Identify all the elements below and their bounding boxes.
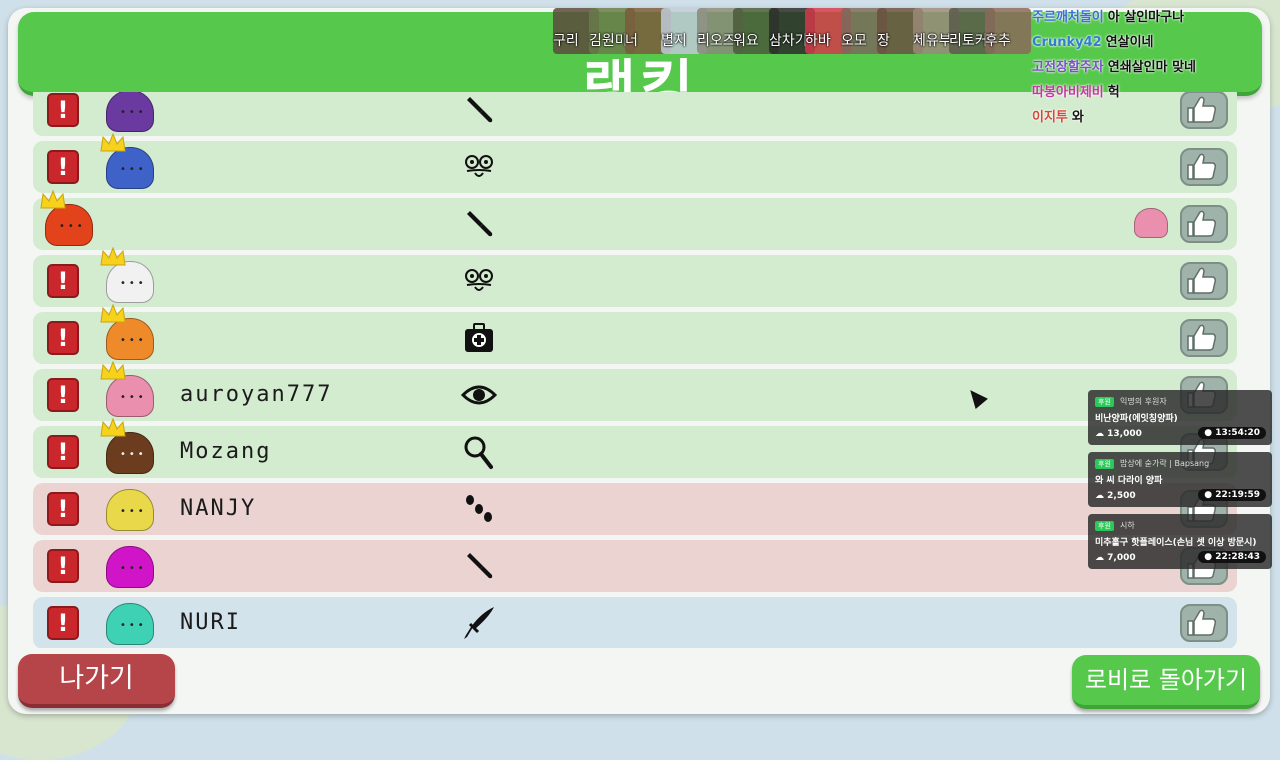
player-row: ! ••• NANJY [33,483,1237,535]
player-name: Mozang [180,439,272,464]
footprints-icon [461,491,497,527]
report-button[interactable]: ! [47,606,79,640]
viewer-avatar: 후추 [985,8,1031,54]
eye-icon [460,377,498,413]
player-row: !••• [33,189,1237,250]
return-to-lobby-button[interactable]: 로비로 돌아가기 [1072,655,1260,709]
report-button[interactable]: ! [47,492,79,526]
player-row: ! ••• NURI [33,597,1237,648]
report-button[interactable]: ! [47,435,79,469]
player-avatar: ••• [106,601,154,645]
player-row: !••• [33,132,1237,193]
player-name: auroyan777 [180,382,333,407]
player-avatar: ••• [106,544,154,588]
crown-icon [100,417,126,438]
chat-message: 아 살인마구나 [1107,10,1185,25]
voted-player-avatar [1134,208,1168,238]
like-button[interactable] [1180,148,1228,186]
knife-icon [461,92,497,128]
chat-message: 연살이네 [1105,35,1154,50]
donation-tag: 후원 [1095,459,1114,469]
player-avatar: ••• [106,92,154,132]
donation-sender: 익명의 후원자 [1120,397,1167,406]
crown-icon [40,189,66,210]
chat-user: 따봉아비제비 [1032,85,1104,100]
chat-line: 따봉아비제비 헉 [1032,81,1272,106]
donation-sender: 밥상에 숟가락 | Bapsang [1120,459,1210,468]
donation-card: 후원 밥상에 숟가락 | Bapsang 와 씨 다라이 양파 ☁ 2,500 … [1088,452,1272,507]
player-row: ! ••• Mozang [33,417,1237,478]
crown-icon [100,132,126,153]
donation-card: 후원 익명의 후원자 비난양파(에잇칭양파) ☁ 13,000 ● 13:54:… [1088,390,1272,445]
donation-time-value: 22:28:43 [1215,552,1260,562]
donation-card: 후원 시하 미추홀구 핫플레이스(손님 셋 이상 방문시) ☁ 7,000 ● … [1088,514,1272,569]
medkit-icon [461,320,497,356]
donation-tag: 후원 [1095,397,1114,407]
donation-amount: ☁ 2,500 [1095,491,1136,501]
thumbs-up-icon [1187,324,1216,351]
chat-user: 이지투 [1032,110,1068,125]
like-button[interactable] [1180,205,1228,243]
chat-user: 고전장할주자 [1032,60,1104,75]
donation-time-value: 13:54:20 [1215,428,1260,438]
donation-time-value: 22:19:59 [1215,490,1260,500]
donation-message: 미추홀구 핫플레이스(손님 셋 이상 방문시) [1095,538,1257,548]
exit-button[interactable]: 나가기 [18,654,175,708]
donation-time: ● 13:54:20 [1198,427,1266,439]
player-avatar: ••• [106,487,154,531]
like-button[interactable] [1180,604,1228,642]
report-button[interactable]: ! [47,321,79,355]
donation-amount-value: 7,000 [1107,553,1136,563]
report-button[interactable]: ! [47,378,79,412]
chat-message: 와 [1071,110,1084,125]
stream-viewer-strip: 구리 김원미 너 별지 리오즈 워요 삼차기 하바 오모 장 체유부 리토커 후추 [553,8,1031,58]
thumbs-up-icon [1187,267,1216,294]
report-button[interactable]: ! [47,264,79,298]
player-row: ! ••• [33,540,1237,592]
dagger-icon [461,605,497,641]
like-button[interactable] [1180,262,1228,300]
crown-icon [100,360,126,381]
magnifier-icon [461,434,497,470]
thumbs-up-icon [1187,153,1216,180]
donation-tag: 후원 [1095,521,1114,531]
mask-icon [461,149,497,185]
player-row: !••• [33,303,1237,364]
chat-message: 연쇄살인마 맞네 [1107,60,1197,75]
donation-time: ● 22:19:59 [1198,489,1266,501]
player-name: NANJY [180,496,257,521]
donation-message: 비난양파(에잇칭양파) [1095,414,1178,424]
donation-list: 후원 익명의 후원자 비난양파(에잇칭양파) ☁ 13,000 ● 13:54:… [1088,390,1272,576]
crown-icon [100,303,126,324]
thumbs-up-icon [1187,609,1216,636]
player-row: !••• [33,246,1237,307]
donation-sender: 시하 [1120,521,1135,530]
knife-icon [461,548,497,584]
player-list: !•••!•••!•••!•••!•••!•••auroyan777!•••Mo… [33,92,1237,648]
donation-amount-value: 13,000 [1107,429,1142,439]
report-button[interactable]: ! [47,93,79,127]
stream-chat: 주르깨처돌이 아 살인마구나 Crunky42 연살이네 고전장할주자 연쇄살인마 맞… [1032,6,1272,131]
player-name: NURI [180,610,241,635]
chat-line: 고전장할주자 연쇄살인마 맞네 [1032,56,1272,81]
chat-user: Crunky42 [1032,35,1102,50]
mask-icon [461,263,497,299]
chat-line: 이지투 와 [1032,106,1272,131]
thumbs-up-icon [1187,210,1216,237]
like-button[interactable] [1180,319,1228,357]
chat-line: Crunky42 연살이네 [1032,31,1272,56]
report-button[interactable]: ! [47,150,79,184]
donation-time: ● 22:28:43 [1198,551,1266,563]
chat-user: 주르깨처돌이 [1032,10,1104,25]
player-row: ! ••• auroyan777 [33,360,1237,421]
donation-message: 와 씨 다라이 양파 [1095,476,1163,486]
report-button[interactable]: ! [47,549,79,583]
donation-amount: ☁ 7,000 [1095,553,1136,563]
knife-icon [461,206,497,242]
donation-amount: ☁ 13,000 [1095,429,1142,439]
crown-icon [100,246,126,267]
chat-line: 주르깨처돌이 아 살인마구나 [1032,6,1272,31]
donation-amount-value: 2,500 [1107,491,1136,501]
chat-message: 헉 [1107,85,1120,100]
